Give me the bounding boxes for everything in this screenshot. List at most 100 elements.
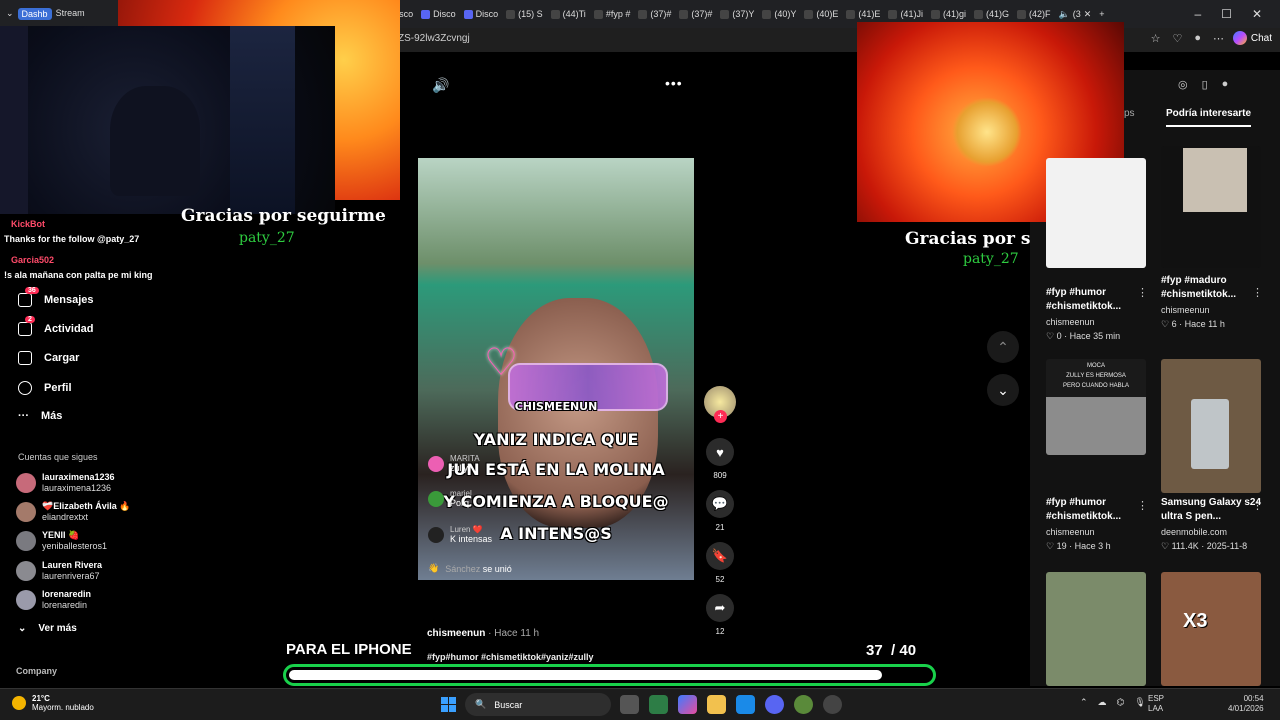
goal-progress-bar <box>283 664 936 686</box>
tab-menu-icon[interactable]: ⌄ <box>6 8 14 20</box>
task-view-icon[interactable] <box>620 695 639 714</box>
share-icon[interactable]: ➦ <box>706 594 734 622</box>
follow-plus-icon[interactable]: + <box>714 410 727 423</box>
browser-tab[interactable]: (37)# <box>634 3 675 25</box>
obs-icon[interactable] <box>823 695 842 714</box>
search-icon: 🔍 <box>475 699 487 709</box>
creator-avatar[interactable]: + <box>704 386 736 423</box>
cloud-icon[interactable]: ☁ <box>1098 697 1107 708</box>
following-account[interactable]: YENII 🍓 yeniballesteros1 <box>16 530 107 552</box>
chevron-up-icon[interactable]: ⌃ <box>1080 697 1088 708</box>
tab-suggested[interactable]: Podría interesarte <box>1166 108 1252 127</box>
following-account[interactable]: ❤️‍🩹Elizabeth Ávila 🔥 eliandrextxt <box>16 501 130 523</box>
following-account[interactable]: lauraximena1236 lauraximena1236 <box>16 472 115 494</box>
comment-icon[interactable]: 💬 <box>706 490 734 518</box>
sidebar-item-messages[interactable]: 36 Mensajes <box>18 287 94 307</box>
comment-action[interactable]: 💬 21 <box>704 490 736 532</box>
browser-tab[interactable]: Disco <box>460 3 503 25</box>
volume-icon[interactable]: 🔊 <box>432 77 449 94</box>
profile-icon <box>18 381 32 395</box>
browser-tab[interactable]: (40)Y <box>758 3 800 25</box>
sidebar-item-more[interactable]: ··· Más <box>18 410 62 422</box>
browser-tab[interactable]: (37)# <box>675 3 716 25</box>
tiktok-icon <box>679 9 689 19</box>
close-icon[interactable]: ✕ <box>1084 9 1092 20</box>
suggested-video-card[interactable]: X3 <box>1161 572 1265 686</box>
file-explorer-icon[interactable] <box>707 695 726 714</box>
suggested-video-card[interactable]: ⋮ #fyp #maduro #chismetiktok... chismeen… <box>1161 146 1265 330</box>
sidebar-item-upload[interactable]: Cargar <box>18 351 79 365</box>
app-icon[interactable] <box>794 695 813 714</box>
copilot-app-icon[interactable] <box>678 695 697 714</box>
taskbar-search[interactable]: 🔍 Buscar <box>465 693 611 716</box>
speaker-icon: 🔈 <box>1058 8 1070 19</box>
url-field[interactable]: ZS-92lw3Zcvngj <box>398 33 470 44</box>
video-thumbnail <box>1046 158 1146 268</box>
video-thumbnail: MOCA ZULLY ES HERMOSA PERO CUANDO HABLA <box>1046 359 1146 455</box>
avatar <box>428 526 444 543</box>
favorite-icon[interactable]: ☆ <box>1151 32 1161 45</box>
copilot-chat-button[interactable]: Chat <box>1232 31 1272 45</box>
store-icon[interactable] <box>649 695 668 714</box>
suggested-video-card[interactable]: ⋮ #fyp #humor #chismetiktok... chismeenu… <box>1046 158 1150 342</box>
share-action[interactable]: ➦ 12 <box>704 594 736 636</box>
see-more-button[interactable]: ⌄ Ver más <box>18 623 77 634</box>
video-hashtags[interactable]: #fyp#humor #chismetiktok#yaniz#zully <box>427 652 594 662</box>
browser-tab[interactable]: (44)Ti <box>547 3 590 25</box>
close-window-icon[interactable]: ✕ <box>1252 7 1262 21</box>
suggested-video-card[interactable]: ⋮ Samsung Galaxy s24 ultra S pen... deen… <box>1161 359 1265 552</box>
video-player[interactable]: ♡ CHISMEENUN YANIZ INDICA QUE JUN ESTÁ E… <box>418 158 694 580</box>
video-thumbnail <box>1161 146 1261 268</box>
tab-stream[interactable]: Stream <box>56 8 85 20</box>
suggested-video-card[interactable] <box>1046 572 1150 686</box>
video-author[interactable]: chismeenun · Hace 11 h <box>427 628 539 639</box>
more-options-icon[interactable]: ⋮ <box>1137 286 1148 299</box>
more-options-icon[interactable]: ••• <box>665 75 683 91</box>
avatar <box>16 590 36 610</box>
like-action[interactable]: ♥ 809 <box>704 438 736 480</box>
webcam-person <box>110 86 200 196</box>
browser-tab[interactable]: (15) S <box>502 3 547 25</box>
browser-tab[interactable]: (37)Y <box>716 3 758 25</box>
minimize-icon[interactable]: – <box>1194 7 1201 21</box>
previous-video-button[interactable]: ⌃ <box>987 331 1019 363</box>
following-account[interactable]: lorenaredin lorenaredin <box>16 589 91 611</box>
live-comment: mariel Porq <box>428 489 472 508</box>
bookmark-icon[interactable]: 🔖 <box>706 542 734 570</box>
company-link[interactable]: Company <box>16 666 57 676</box>
sidebar-item-activity[interactable]: 2 Actividad <box>18 316 94 336</box>
clock[interactable]: 00:54 4/01/2026 <box>1228 694 1264 714</box>
weather-widget[interactable]: 21°C Mayorm. nublado <box>12 694 94 712</box>
start-button[interactable] <box>441 697 456 712</box>
discord-app-icon[interactable] <box>765 695 784 714</box>
avatar[interactable]: ● <box>1222 78 1229 91</box>
tab-dashboard[interactable]: Dashb <box>17 8 52 20</box>
following-account[interactable]: Lauren Rivera laurenrivera67 <box>16 560 102 582</box>
sidebar-item-profile[interactable]: Perfil <box>18 381 72 395</box>
menu-icon[interactable]: ⋯ <box>1213 32 1224 45</box>
language-indicator[interactable]: ESP LAA <box>1148 694 1164 714</box>
next-video-button[interactable]: ⌄ <box>987 374 1019 406</box>
heart-icon[interactable]: ♥ <box>706 438 734 466</box>
phone-icon[interactable]: ▯ <box>1202 78 1208 91</box>
extensions-icon[interactable]: ♡ <box>1172 32 1182 45</box>
coin-icon[interactable]: ◎ <box>1178 78 1188 91</box>
chat-message: !s ala mañana con palta pe mi king <box>4 270 153 280</box>
browser-tab[interactable]: #fyp # <box>590 3 635 25</box>
network-icon[interactable]: ⌬ <box>1117 697 1125 708</box>
video-thumbnail: X3 <box>1161 572 1261 686</box>
more-options-icon[interactable]: ⋮ <box>1252 286 1263 299</box>
more-options-icon[interactable]: ⋮ <box>1252 499 1263 512</box>
edge-icon[interactable] <box>736 695 755 714</box>
save-action[interactable]: 🔖 52 <box>704 542 736 584</box>
browser-tab[interactable]: (40)E <box>800 3 842 25</box>
browser-tab[interactable]: Disco <box>417 3 460 25</box>
tab-comments[interactable]: ps <box>1124 108 1135 119</box>
tiktok-icon <box>720 9 730 19</box>
live-comment: 👋 Sánchez se unió <box>428 563 512 574</box>
suggested-video-card[interactable]: MOCA ZULLY ES HERMOSA PERO CUANDO HABLA … <box>1046 359 1150 552</box>
profile-icon[interactable]: ● <box>1194 32 1201 45</box>
more-options-icon[interactable]: ⋮ <box>1137 499 1148 512</box>
mic-icon[interactable]: 🎙 <box>1134 697 1145 708</box>
maximize-icon[interactable]: ☐ <box>1221 7 1232 21</box>
